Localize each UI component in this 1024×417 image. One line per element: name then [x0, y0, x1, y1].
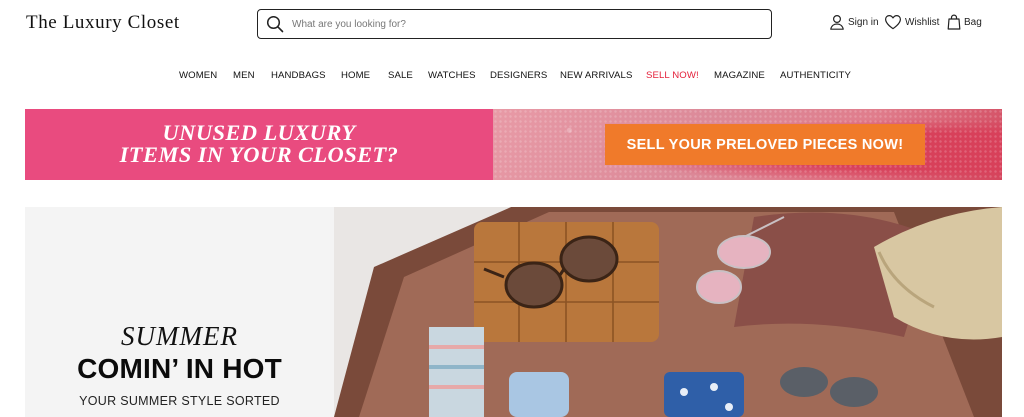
user-icon [830, 14, 844, 30]
site-header: The Luxury Closet Sign in Wishlist Bag [0, 0, 1024, 48]
wishlist-link[interactable]: Wishlist [884, 14, 939, 30]
wishlist-label: Wishlist [905, 16, 940, 28]
hero-subtitle: YOUR SUMMER STYLE SORTED [79, 394, 280, 408]
nav-item-new-arrivals[interactable]: NEW ARRIVALS [560, 70, 632, 81]
nav-item-men[interactable]: MEN [233, 70, 255, 81]
banner-headline: Unused luxury items in your closet? [25, 120, 493, 167]
nav-item-authenticity[interactable]: AUTHENTICITY [780, 70, 851, 81]
banner-pink-panel: Unused luxury items in your closet? [25, 109, 493, 180]
site-logo[interactable]: The Luxury Closet [26, 12, 180, 34]
hero-title: COMIN’ IN HOT [77, 353, 282, 384]
search-icon[interactable] [266, 15, 284, 33]
signin-label: Sign in [848, 16, 879, 28]
bag-link[interactable]: Bag [947, 14, 982, 30]
nav-item-handbags[interactable]: HANDBAGS [271, 70, 326, 81]
heart-icon [885, 15, 901, 30]
hero-kicker: Summer [121, 321, 238, 351]
hero-suitcase-image [334, 207, 1002, 417]
nav-item-women[interactable]: WOMEN [179, 70, 217, 81]
nav-item-magazine[interactable]: MAGAZINE [714, 70, 765, 81]
bag-icon [947, 14, 961, 30]
search-bar[interactable] [257, 9, 772, 39]
nav-item-designers[interactable]: DESIGNERS [490, 70, 547, 81]
banner-headline-line1: Unused luxury [162, 120, 356, 145]
nav-item-home[interactable]: HOME [341, 70, 370, 81]
hero-section[interactable]: Summer COMIN’ IN HOT YOUR SUMMER STYLE S… [25, 207, 1002, 417]
hero-text-panel: Summer COMIN’ IN HOT YOUR SUMMER STYLE S… [25, 207, 334, 417]
search-input[interactable] [292, 14, 762, 34]
signin-link[interactable]: Sign in [829, 14, 879, 30]
sell-promo-banner[interactable]: Unused luxury items in your closet? SELL… [25, 109, 1002, 180]
bag-label: Bag [964, 16, 982, 28]
sell-preloved-button[interactable]: SELL YOUR PRELOVED PIECES NOW! [605, 124, 925, 165]
nav-item-sale[interactable]: SALE [388, 70, 413, 81]
suitcase-illustration [334, 207, 1002, 417]
banner-headline-line2: items in your closet? [119, 142, 399, 167]
nav-item-sell-now[interactable]: SELL NOW! [646, 70, 699, 81]
nav-item-watches[interactable]: WATCHES [428, 70, 476, 81]
main-nav: WOMEN MEN HANDBAGS HOME SALE WATCHES DES… [0, 70, 1024, 86]
